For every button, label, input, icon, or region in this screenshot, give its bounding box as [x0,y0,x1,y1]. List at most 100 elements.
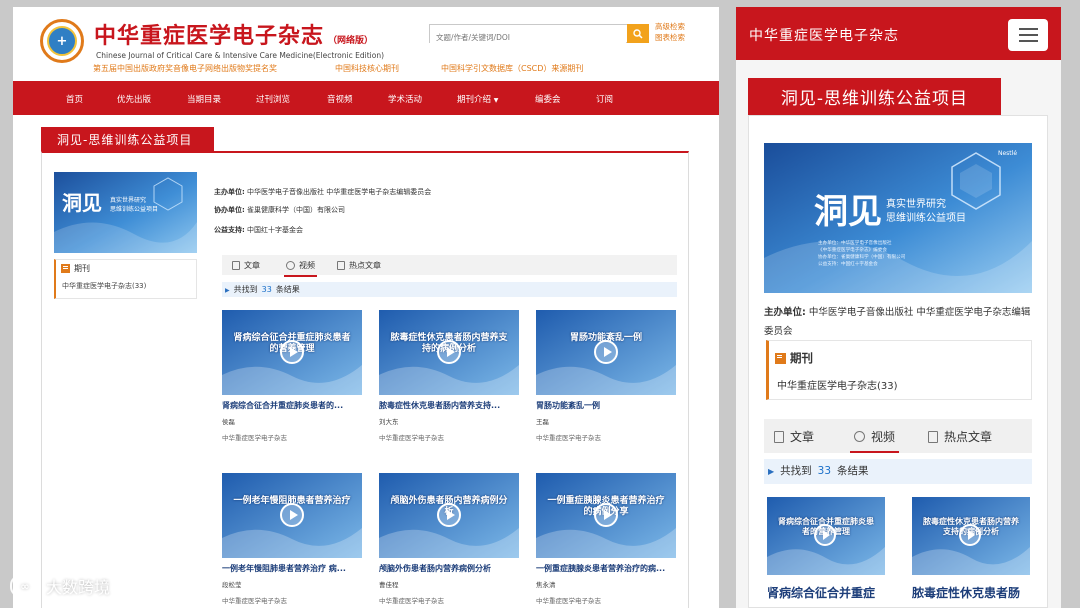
nav-current-issue[interactable]: 当期目录 [187,93,221,105]
mobile-tab-videos-label: 视频 [871,430,896,444]
mobile-video-card[interactable]: 脓毒症性休克患者肠内营养支持的病例分析 脓毒症性休克患者肠 [912,497,1030,601]
honor-item[interactable]: 中国科学引文数据库（CSCD）来源期刊 [441,63,583,74]
chevron-down-icon: ▼ [493,97,499,104]
tab-articles[interactable]: 文章 [232,260,260,271]
honor-item[interactable]: 中国科技核心期刊 [335,63,399,74]
mobile-brand[interactable]: 中华重症医学电子杂志 [749,25,899,45]
site-title-cn[interactable]: 中华重症医学电子杂志 （网络版） [94,18,373,50]
video-card[interactable]: 脓毒症性休克患者肠内营养支持的病例分析 脓毒症性休克患者肠内营养支持... 刘大… [379,310,519,442]
tab-articles-label: 文章 [244,261,260,270]
play-icon[interactable] [959,524,981,546]
video-card[interactable]: 肾病综合征合并重症肺炎患者的营养管理 肾病综合征合并重症肺炎患者的... 侯磊 … [222,310,362,442]
project-banner[interactable]: 洞见 真实世界研究 思维训练公益项目 [54,172,197,253]
video-title[interactable]: 胃肠功能紊乱一例 [536,400,676,411]
video-thumbnail[interactable]: 胃肠功能紊乱一例 [536,310,676,395]
video-author: 侯磊 [222,418,235,426]
video-journal: 中华重症医学电子杂志 [536,597,601,605]
mobile-video-card[interactable]: 肾病综合征合并重症肺炎患者的营养管理 肾病综合征合并重症 [767,497,885,601]
play-icon[interactable] [594,340,618,364]
mobile-issue-journal[interactable]: 中华重症医学电子杂志(33) [777,377,898,392]
mobile-content-tabs: 文章 视频 热点文章 [764,419,1032,453]
project-panel: 洞见 真实世界研究 思维训练公益项目 主办单位: 中华医学电子音像出版社 中华重… [41,151,689,608]
search-input[interactable] [430,29,626,46]
double-chevron-right-icon: ▶ [225,287,230,294]
result-count-number: 33 [261,285,272,294]
issue-icon [775,352,786,364]
hamburger-menu-icon[interactable] [1008,19,1048,51]
video-journal: 中华重症医学电子杂志 [379,597,444,605]
video-icon [286,261,295,270]
search-button[interactable] [627,24,649,43]
site-header: + 中华重症医学电子杂志 （网络版） Chinese Journal of Cri… [40,16,700,64]
video-thumbnail[interactable]: 脓毒症性休克患者肠内营养支持的病例分析 [912,497,1030,575]
host-info: 主办单位: 中华医学电子音像出版社 中华重症医学电子杂志编辑委员会 [214,187,431,197]
search-icon [633,28,643,39]
mobile-tab-hot-articles-label: 热点文章 [944,430,993,444]
mobile-tab-hot-articles[interactable]: 热点文章 [928,428,992,445]
banner-small-line: 公益支持：中国红十字基金会 [818,260,878,267]
journal-emblem-icon[interactable]: + [40,19,84,63]
tab-videos-label: 视频 [299,261,315,270]
nav-subscribe[interactable]: 订阅 [596,93,613,105]
tab-videos[interactable]: 视频 [284,260,317,277]
main-nav: 首页 优先出版 当期目录 过刊浏览 音视频 学术活动 期刊介绍 ▼ 编委会 订阅 [13,81,719,115]
site-title-suffix: （网络版） [328,36,374,46]
play-icon[interactable] [437,503,461,527]
mobile-video-title[interactable]: 脓毒症性休克患者肠 [912,584,1030,601]
sidebar-heading: 期刊 [61,263,90,274]
watermark: ∞ 大数跨境 [10,574,110,598]
video-title[interactable]: 一例老年慢阻肺患者营养治疗 病... [222,563,362,574]
video-thumbnail[interactable]: 一例老年慢阻肺患者营养治疗 [222,473,362,558]
video-thumbnail[interactable]: 肾病综合征合并重症肺炎患者的营养管理 [767,497,885,575]
video-author: 焦永清 [536,581,556,589]
video-title[interactable]: 颅脑外伤患者肠内营养病例分析 [379,563,519,574]
mobile-view: 中华重症医学电子杂志 洞见-思维训练公益项目 Nestlé 洞见 真实世界研究 … [736,7,1061,608]
tab-hot-articles-label: 热点文章 [349,261,381,270]
mobile-host-info: 主办单位: 中华医学电子音像出版社 中华重症医学电子杂志编辑委员会 [764,303,1032,341]
mobile-tab-articles[interactable]: 文章 [774,428,814,445]
advanced-search-link[interactable]: 高级检索 [655,21,685,32]
play-icon[interactable] [280,503,304,527]
nav-editorial-board[interactable]: 编委会 [535,93,561,105]
document-icon [232,261,240,270]
mobile-project-banner[interactable]: Nestlé 洞见 真实世界研究 思维训练公益项目 主办单位：中华医学电子音像出… [764,143,1032,293]
mobile-banner-line1: 真实世界研究 [886,197,946,210]
figure-search-link[interactable]: 图表检索 [655,32,685,43]
mobile-host-label: 主办单位: [764,307,806,318]
mobile-video-title[interactable]: 肾病综合征合并重症 [767,584,885,601]
sidebar-item-journal[interactable]: 中华重症医学电子杂志(33) [62,281,146,291]
nav-priority[interactable]: 优先出版 [117,93,151,105]
video-title[interactable]: 肾病综合征合并重症肺炎患者的... [222,400,362,411]
watermark-text: 大数跨境 [46,578,111,597]
video-card[interactable]: 一例老年慢阻肺患者营养治疗 一例老年慢阻肺患者营养治疗 病... 段松莹 中华重… [222,473,362,605]
video-author: 段松莹 [222,581,242,589]
video-thumbnail[interactable]: 颅脑外伤患者肠内营养病例分析 [379,473,519,558]
tab-hot-articles[interactable]: 热点文章 [337,260,381,271]
honor-item[interactable]: 第五届中国出版政府奖音像电子网络出版物奖提名奖 [93,63,277,74]
nav-events[interactable]: 学术活动 [388,93,422,105]
play-icon[interactable] [437,340,461,364]
video-journal: 中华重症医学电子杂志 [379,434,444,442]
video-card[interactable]: 胃肠功能紊乱一例 胃肠功能紊乱一例 王磊 中华重症医学电子杂志 [536,310,676,442]
nav-about[interactable]: 期刊介绍 ▼ [457,93,498,105]
video-thumbnail[interactable]: 脓毒症性休克患者肠内营养支持的病例分析 [379,310,519,395]
play-icon[interactable] [280,340,304,364]
project-title: 洞见-思维训练公益项目 [41,127,214,151]
play-icon[interactable] [814,524,836,546]
content-tabs: 文章 视频 热点文章 [222,255,677,277]
video-card[interactable]: 一例重症胰腺炎患者营养治疗的病例分享 一例重症胰腺炎患者营养治疗的病... 焦永… [536,473,676,605]
video-card[interactable]: 颅脑外伤患者肠内营养病例分析 颅脑外伤患者肠内营养病例分析 曹佳程 中华重症医学… [379,473,519,605]
mobile-tab-videos[interactable]: 视频 [849,428,900,453]
nav-archive[interactable]: 过刊浏览 [256,93,290,105]
nav-home[interactable]: 首页 [66,93,83,105]
nav-about-label: 期刊介绍 [457,95,492,105]
video-thumbnail[interactable]: 肾病综合征合并重症肺炎患者的营养管理 [222,310,362,395]
video-journal: 中华重症医学电子杂志 [222,597,287,605]
nav-media[interactable]: 音视频 [327,93,353,105]
video-title[interactable]: 一例重症胰腺炎患者营养治疗的病... [536,563,676,574]
mobile-result-count-number: 33 [817,465,832,477]
video-thumbnail[interactable]: 一例重症胰腺炎患者营养治疗的病例分享 [536,473,676,558]
play-icon[interactable] [594,503,618,527]
banner-big-text: 洞见 [62,191,102,215]
video-title[interactable]: 脓毒症性休克患者肠内营养支持... [379,400,519,411]
